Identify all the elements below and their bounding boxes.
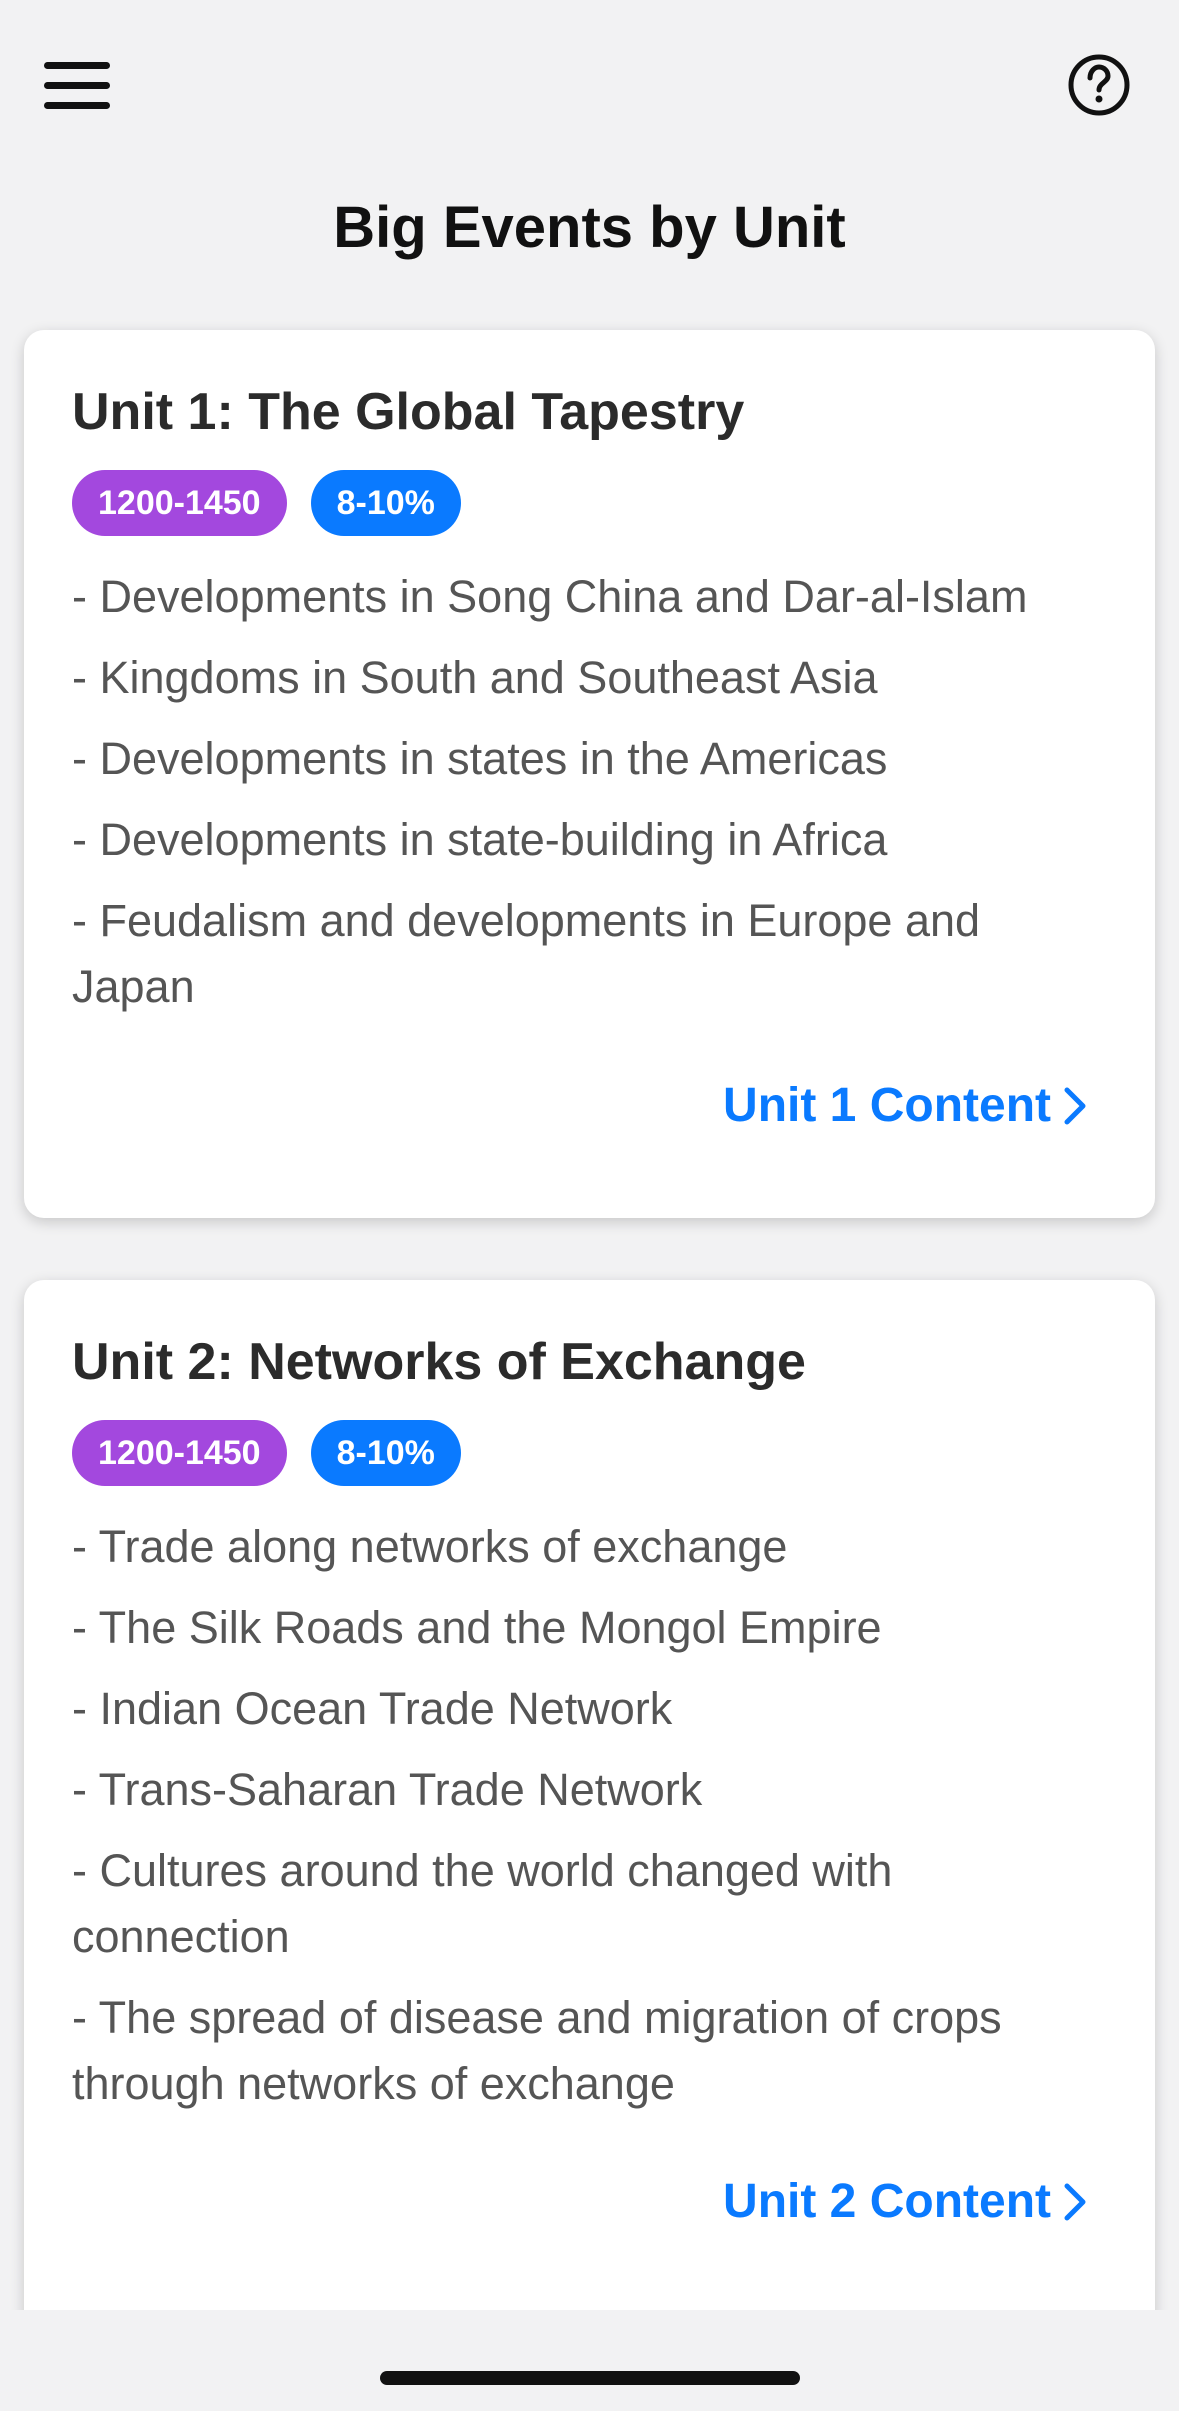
hamburger-menu-icon [44,62,110,69]
list-item: - The spread of disease and migration of… [72,1992,1002,2109]
era-badge: 1200-1450 [72,470,287,536]
list-item: - Developments in state-building in Afri… [72,814,888,865]
chevron-right-icon [1064,1087,1086,1124]
chevron-right-icon [1064,2183,1086,2220]
bottom-safe-area [0,2310,1179,2411]
exam-weight-badge: 8-10% [310,1420,461,1486]
events-list: - Developments in Song China and Dar-al-… [72,564,1107,1020]
list-item: - Trans-Saharan Trade Network [72,1764,703,1815]
list-item: - Developments in states in the Americas [72,733,888,784]
exam-weight-badge: 8-10% [310,470,461,536]
link-label: Unit 2 Content [723,2175,1051,2228]
list-item: - Developments in Song China and Dar-al-… [72,571,1028,622]
list-item: - Cultures around the world changed with… [72,1845,893,1962]
hamburger-line [44,82,110,89]
page-title: Big Events by Unit [333,195,846,260]
badge-row: 1200-1450 8-10% [72,470,1107,538]
list-item: - Trade along networks of exchange [72,1521,788,1572]
units-list[interactable]: Unit 1: The Global Tapestry 1200-1450 8-… [0,300,1179,2310]
list-item: - The Silk Roads and the Mongol Empire [72,1602,882,1653]
list-item: - Kingdoms in South and Southeast Asia [72,652,878,703]
badge-row: 1200-1450 8-10% [72,1420,1107,1488]
list-item: - Feudalism and developments in Europe a… [72,895,981,1012]
unit-card: Unit 1: The Global Tapestry 1200-1450 8-… [24,330,1155,1218]
unit-title: Unit 2: Networks of Exchange [72,1333,806,1391]
era-badge: 1200-1450 [72,1420,287,1486]
home-indicator[interactable] [380,2371,800,2385]
help-button[interactable] [1068,54,1130,116]
question-circle-icon [1068,54,1130,116]
menu-button[interactable] [44,62,110,110]
link-label: Unit 1 Content [723,1079,1051,1132]
unit-2-content-link[interactable]: Unit 2 Content [723,2174,1087,2229]
top-bar [0,0,1179,180]
list-item: - Indian Ocean Trade Network [72,1683,673,1734]
events-list: - Trade along networks of exchange - The… [72,1514,1107,2117]
hamburger-line [44,102,110,109]
unit-1-content-link[interactable]: Unit 1 Content [723,1078,1087,1133]
unit-card: Unit 2: Networks of Exchange 1200-1450 8… [24,1280,1155,2310]
unit-title: Unit 1: The Global Tapestry [72,383,745,441]
